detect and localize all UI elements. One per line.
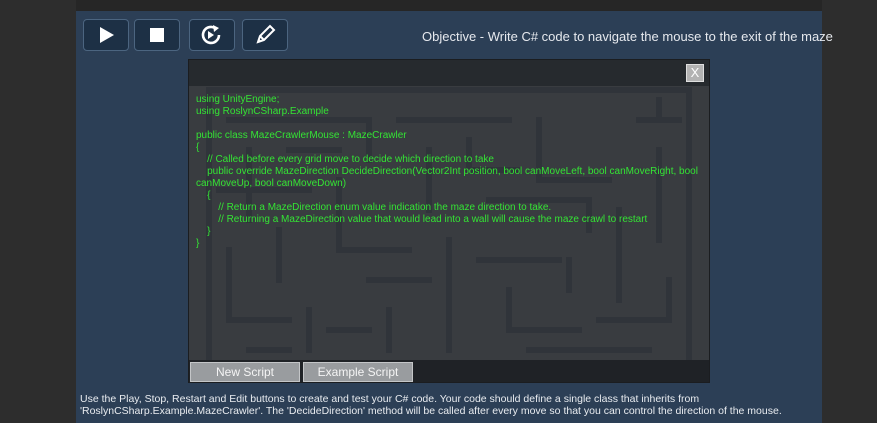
restart-icon xyxy=(201,25,221,45)
window-top-strip xyxy=(0,0,877,11)
play-button[interactable] xyxy=(83,19,129,51)
left-margin xyxy=(0,0,76,423)
editor-title-bar xyxy=(189,60,709,86)
game-panel: Objective - Write C# code to navigate th… xyxy=(76,11,833,423)
stop-icon xyxy=(150,28,164,42)
edit-button[interactable] xyxy=(242,19,288,51)
pencil-icon xyxy=(256,24,276,44)
objective-text: Objective - Write C# code to navigate th… xyxy=(422,29,833,44)
right-margin xyxy=(822,0,877,423)
instructions-text: Use the Play, Stop, Restart and Edit but… xyxy=(80,393,782,417)
stop-button[interactable] xyxy=(134,19,180,51)
restart-button[interactable] xyxy=(189,19,235,51)
new-script-button[interactable]: New Script xyxy=(190,362,300,382)
example-script-button[interactable]: Example Script xyxy=(303,362,413,382)
close-button[interactable]: X xyxy=(686,64,704,82)
play-icon xyxy=(100,27,114,43)
code-editor-window: X using UnityEngine; using RoslynCSharp.… xyxy=(188,59,710,383)
code-input[interactable]: using UnityEngine; using RoslynCSharp.Ex… xyxy=(196,94,704,354)
